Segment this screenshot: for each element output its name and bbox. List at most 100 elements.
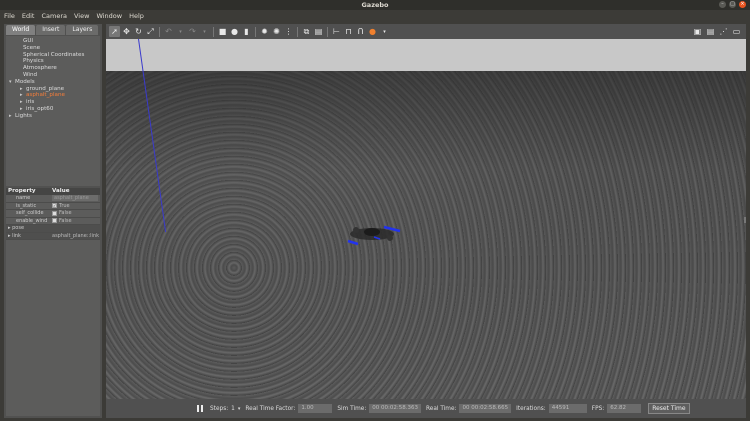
tab-world[interactable]: World [6, 25, 36, 35]
steps-value[interactable]: 1 [231, 406, 235, 412]
real-time-value: 00 00:02:58.665 [459, 404, 512, 413]
sim-time-value: 00 00:02:58.363 [369, 404, 421, 413]
tree-item-label: Spherical Coordinates [23, 51, 85, 58]
paste-icon[interactable]: ▤ [313, 26, 324, 37]
iris-drone[interactable] [334, 219, 414, 249]
tree-item[interactable]: Scene [6, 45, 100, 52]
property-value[interactable]: False [52, 218, 100, 224]
cylinder-shape-icon[interactable]: ▮ [241, 26, 252, 37]
undo-icon[interactable]: ↶ [163, 26, 174, 37]
tree-item-label: Wind [23, 71, 38, 78]
tree-item-label: Models [15, 78, 35, 85]
point-light-icon[interactable]: ✹ [259, 26, 270, 37]
checkbox[interactable]: ✓ [52, 203, 57, 209]
property-key-label: is_static [16, 202, 37, 209]
iterations-value: 44591 [548, 404, 587, 413]
property-row[interactable]: ▸ pose [6, 225, 100, 233]
sim-time-label: Sim Time: [337, 405, 367, 412]
translate-mode-icon[interactable]: ✥ [121, 26, 132, 37]
tree-item[interactable]: Physics [6, 58, 100, 65]
property-panel: Property Value name asphalt_plane is_stati… [6, 188, 100, 416]
scale-mode-icon[interactable]: ⤢ [145, 26, 156, 37]
menu-window[interactable]: Window [96, 12, 122, 20]
tree-item-label: iris [26, 99, 35, 106]
tree-item[interactable]: Spherical Coordinates [6, 52, 100, 59]
tree-item[interactable]: ▸ Lights [6, 113, 100, 120]
sphere-shape-icon[interactable]: ● [229, 26, 240, 37]
tree-item[interactable]: ▸ iris [6, 99, 100, 106]
change-view-icon[interactable]: ● [367, 26, 378, 37]
checkbox[interactable] [52, 210, 57, 216]
tree-item-label: asphalt_plane [26, 92, 65, 99]
property-value[interactable]: False [52, 210, 100, 216]
checkbox[interactable] [52, 218, 57, 224]
menu-help[interactable]: Help [129, 12, 144, 20]
reset-time-button[interactable]: Reset Time [648, 403, 690, 414]
tree-item-label: GUI [23, 38, 34, 44]
redo-dropdown-icon[interactable]: ▾ [199, 26, 210, 37]
steps-label: Steps: [210, 405, 229, 412]
tree-item-label: ground_plane [26, 85, 65, 92]
tree-item[interactable]: ▸ asphalt_plane [6, 92, 100, 99]
right-resize-handle[interactable] [744, 217, 746, 223]
property-value-text: False [59, 217, 72, 224]
fps-value: 62.82 [607, 404, 642, 413]
world-tree: GUI Scene Spherical Coordinates Physics Atmo… [6, 36, 100, 186]
close-icon[interactable]: × [739, 1, 746, 8]
property-row: is_static ✓ True [6, 202, 100, 210]
select-mode-icon[interactable]: ➚ [109, 26, 120, 37]
menu-file[interactable]: File [4, 12, 15, 20]
tree-item[interactable]: ▸ ground_plane [6, 86, 100, 93]
rtf-value: 1.00 [298, 404, 333, 413]
log-icon[interactable]: ▤ [705, 26, 716, 37]
directional-light-icon[interactable]: ⋮ [283, 26, 294, 37]
property-value-text: True [59, 202, 70, 209]
align-icon[interactable]: ⊢ [331, 26, 342, 37]
property-key-label: self_collide [16, 210, 44, 217]
redo-icon[interactable]: ↷ [187, 26, 198, 37]
asphalt-ground [106, 71, 746, 399]
tab-insert[interactable]: Insert [36, 25, 66, 35]
video-record-icon[interactable]: ▭ [731, 26, 742, 37]
rotate-mode-icon[interactable]: ↻ [133, 26, 144, 37]
tree-item[interactable]: GUI [6, 38, 100, 45]
property-key-label: pose [12, 225, 25, 232]
property-value[interactable]: asphalt_plane [52, 195, 98, 202]
maximize-icon[interactable]: □ [729, 1, 736, 8]
snap-icon[interactable]: ⊓ [343, 26, 354, 37]
minimize-icon[interactable]: – [719, 1, 726, 8]
tree-item[interactable]: ▾ Models [6, 79, 100, 86]
box-shape-icon[interactable]: ■ [217, 26, 228, 37]
magnet-icon[interactable]: Ո [355, 26, 366, 37]
property-key: enable_wind [6, 218, 52, 224]
menu-view[interactable]: View [74, 12, 89, 20]
property-header: Property Value [6, 188, 100, 195]
tree-item[interactable]: Atmosphere [6, 65, 100, 72]
property-row[interactable]: ▸ link asphalt_plane::link [6, 232, 100, 240]
tree-item-label: Atmosphere [23, 65, 57, 72]
menu-camera[interactable]: Camera [41, 12, 67, 20]
property-key: self_collide [6, 210, 52, 216]
property-key-label: link [12, 232, 21, 239]
tree-item[interactable]: ▸ iris_opt60 [6, 106, 100, 113]
property-value[interactable]: ✓ True [52, 203, 100, 209]
view-dropdown-icon[interactable]: ▾ [379, 26, 390, 37]
toolbar-right: ▣ ▤ ⋰ ▭ [692, 26, 742, 37]
plot-icon[interactable]: ⋰ [718, 26, 729, 37]
pause-icon[interactable] [196, 404, 204, 414]
toolbar-separator [159, 26, 160, 37]
scene-viewport[interactable] [106, 39, 746, 399]
tree-item[interactable]: Wind [6, 72, 100, 79]
property-column-header: Property [8, 188, 36, 194]
copy-icon[interactable]: ⧉ [301, 26, 312, 37]
tab-layers[interactable]: Layers [66, 25, 99, 35]
menu-bar: File Edit Camera View Window Help [0, 10, 750, 22]
spot-light-icon[interactable]: ✺ [271, 26, 282, 37]
steps-dropdown-icon[interactable]: ▾ [238, 406, 241, 412]
screenshot-icon[interactable]: ▣ [692, 26, 703, 37]
value-column-header: Value [52, 188, 70, 194]
menu-edit[interactable]: Edit [22, 12, 35, 20]
tree-item-label: Lights [15, 112, 32, 119]
property-row: name asphalt_plane [6, 195, 100, 203]
undo-dropdown-icon[interactable]: ▾ [175, 26, 186, 37]
